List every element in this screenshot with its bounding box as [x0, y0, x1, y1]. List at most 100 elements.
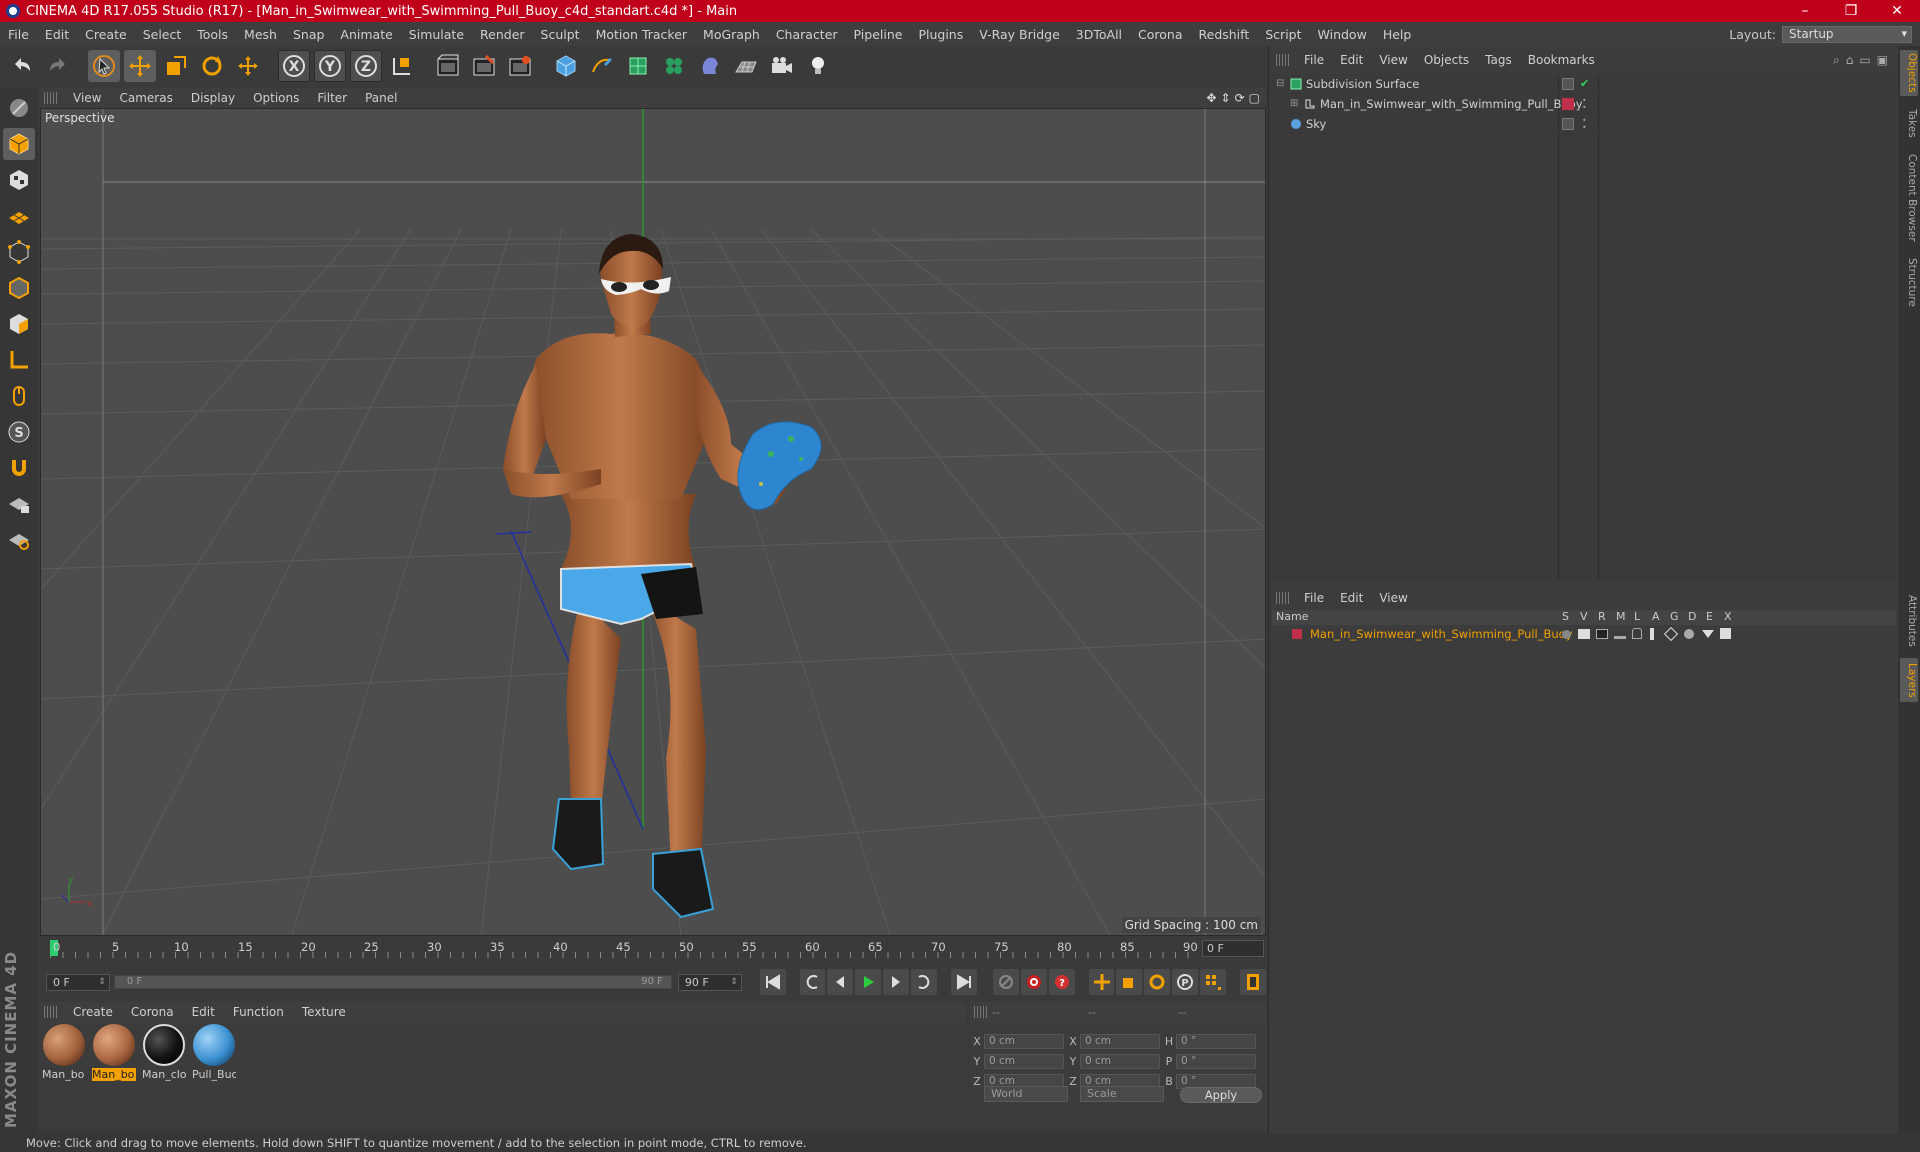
undo-button[interactable]	[6, 50, 38, 82]
menu-mograph[interactable]: MoGraph	[695, 27, 768, 42]
z-axis-lock-icon[interactable]: Z	[350, 50, 382, 82]
deformer-icon[interactable]	[694, 50, 726, 82]
menu-corona[interactable]: Corona	[1130, 27, 1190, 42]
viewport-menu-display[interactable]: Display	[182, 91, 244, 105]
x-axis-lock-icon[interactable]: X	[278, 50, 310, 82]
material-swatch[interactable]: Man_bo	[92, 1024, 136, 1126]
menu-script[interactable]: Script	[1257, 27, 1309, 42]
key-point-level-button[interactable]	[1200, 969, 1227, 995]
layer-color-swatch[interactable]	[1292, 629, 1302, 639]
snapping-magnet-icon[interactable]	[3, 452, 35, 484]
material-swatch[interactable]: Man_bo	[42, 1024, 86, 1126]
layer-menu-file[interactable]: File	[1296, 591, 1332, 605]
size-y-field[interactable]: 0 cm	[1080, 1053, 1160, 1069]
material-menu-function[interactable]: Function	[224, 1005, 293, 1019]
polygons-mode-icon[interactable]	[3, 308, 35, 340]
enabled-check-icon[interactable]: ✔	[1580, 77, 1589, 90]
keyframe-selection-button[interactable]: ?	[1048, 969, 1075, 995]
layer-expression-icon[interactable]	[1702, 630, 1714, 638]
render-settings-icon[interactable]	[504, 50, 536, 82]
menu-create[interactable]: Create	[77, 27, 135, 42]
material-menu-corona[interactable]: Corona	[122, 1005, 183, 1019]
key-parameter-button[interactable]: P	[1172, 969, 1199, 995]
layer-menu-edit[interactable]: Edit	[1332, 591, 1371, 605]
tweak-mode-icon[interactable]	[3, 380, 35, 412]
expand-toggle-icon[interactable]: ⊞	[1290, 98, 1300, 109]
viewport-menu-filter[interactable]: Filter	[308, 91, 356, 105]
om-menu-file[interactable]: File	[1296, 53, 1332, 67]
pen-spline-icon[interactable]	[586, 50, 618, 82]
make-editable-icon[interactable]	[3, 92, 35, 124]
menu-animate[interactable]: Animate	[332, 27, 400, 42]
y-axis-lock-icon[interactable]: Y	[314, 50, 346, 82]
material-swatch[interactable]: Pull_Buo	[192, 1024, 236, 1126]
timeline-ruler[interactable]: 0 5 10 15 20 25 30 35 40 45 50 55 60 65 …	[50, 938, 1198, 960]
layer-color-swatch[interactable]	[1562, 97, 1574, 110]
material-menu-texture[interactable]: Texture	[293, 1005, 355, 1019]
model-mode-icon[interactable]	[3, 128, 35, 160]
om-menu-edit[interactable]: Edit	[1332, 53, 1371, 67]
tab-attributes[interactable]: Attributes	[1900, 590, 1918, 652]
key-rotation-button[interactable]	[1144, 969, 1171, 995]
menu-file[interactable]: File	[0, 27, 37, 42]
menu-pipeline[interactable]: Pipeline	[846, 27, 911, 42]
scale-tool-icon[interactable]	[160, 50, 192, 82]
menu-plugins[interactable]: Plugins	[910, 27, 971, 42]
position-x-field[interactable]: 0 cm	[984, 1033, 1064, 1049]
coordinate-system-icon[interactable]	[386, 50, 418, 82]
menu-render[interactable]: Render	[472, 27, 533, 42]
layer-lock-icon[interactable]	[1632, 628, 1642, 639]
floor-icon[interactable]	[730, 50, 762, 82]
autokeying-button[interactable]	[1020, 969, 1047, 995]
coordinate-mode-dropdown[interactable]: World	[984, 1086, 1068, 1102]
cloner-icon[interactable]	[658, 50, 690, 82]
next-key-button[interactable]	[911, 969, 938, 995]
search-icon[interactable]: ⌕	[1833, 53, 1840, 68]
layout-dropdown[interactable]: Startup	[1782, 25, 1912, 43]
next-frame-button[interactable]	[883, 969, 910, 995]
object-row-man-in-swimwear[interactable]: ⊞ Man_in_Swimwear_with_Swimming_Pull_Buo…	[1270, 94, 1896, 114]
timeline[interactable]: 0 5 10 15 20 25 30 35 40 45 50 55 60 65 …	[40, 938, 1266, 960]
visibility-dots-icon[interactable]: • •	[1582, 96, 1587, 111]
workplane-lock-icon[interactable]	[3, 488, 35, 520]
layer-generator-icon[interactable]	[1663, 626, 1679, 642]
editor-visibility-toggle[interactable]	[1562, 117, 1574, 130]
soft-selection-icon[interactable]: S	[3, 416, 35, 448]
object-row-sky[interactable]: Sky • •	[1270, 114, 1896, 134]
layer-xref-icon[interactable]	[1720, 628, 1731, 639]
layer-view-toggle-icon[interactable]	[1578, 629, 1590, 639]
material-menu-edit[interactable]: Edit	[183, 1005, 224, 1019]
layer-solo-toggle[interactable]	[1562, 630, 1571, 639]
menu-vray-bridge[interactable]: V-Ray Bridge	[971, 27, 1068, 42]
tab-structure[interactable]: Structure	[1900, 254, 1918, 310]
menu-window[interactable]: Window	[1310, 27, 1375, 42]
home-icon[interactable]: ⌂	[1846, 53, 1854, 68]
menu-3dtoall[interactable]: 3DToAll	[1068, 27, 1130, 42]
menu-mesh[interactable]: Mesh	[236, 27, 285, 42]
key-position-button[interactable]	[1088, 969, 1115, 995]
transform-mode-dropdown[interactable]: Scale	[1080, 1086, 1164, 1102]
grid-planes-icon[interactable]	[3, 524, 35, 556]
layer-deformer-icon[interactable]	[1684, 629, 1694, 639]
viewport-menu-panel[interactable]: Panel	[356, 91, 406, 105]
render-to-picture-viewer-icon[interactable]	[468, 50, 500, 82]
maximize-button[interactable]: ❐	[1828, 3, 1874, 19]
editor-visibility-toggle[interactable]	[1562, 77, 1574, 90]
viewport-menu-options[interactable]: Options	[244, 91, 308, 105]
panel-grip-icon[interactable]	[44, 92, 58, 104]
perspective-viewport[interactable]: y x Perspective Grid Spacing : 100 cm	[40, 108, 1266, 936]
layer-render-toggle-icon[interactable]	[1596, 629, 1608, 639]
visibility-dots-icon[interactable]: • •	[1582, 116, 1587, 131]
material-menu-create[interactable]: Create	[64, 1005, 122, 1019]
rotation-h-field[interactable]: 0 °	[1176, 1033, 1256, 1049]
viewport-zoom-icon[interactable]: ⇕	[1221, 91, 1231, 105]
timeline-window-button[interactable]	[1240, 969, 1266, 995]
current-frame-field[interactable]: 0 F	[1202, 940, 1264, 957]
menu-tools[interactable]: Tools	[189, 27, 236, 42]
apply-button[interactable]: Apply	[1180, 1087, 1262, 1103]
material-swatch[interactable]: Man_clo	[142, 1024, 186, 1126]
workplane-mode-icon[interactable]	[3, 200, 35, 232]
panel-grip-icon[interactable]	[974, 1006, 988, 1018]
preview-range-slider[interactable]: 0 F 90 F	[113, 975, 672, 989]
start-frame-field[interactable]: 0 F	[46, 973, 110, 991]
